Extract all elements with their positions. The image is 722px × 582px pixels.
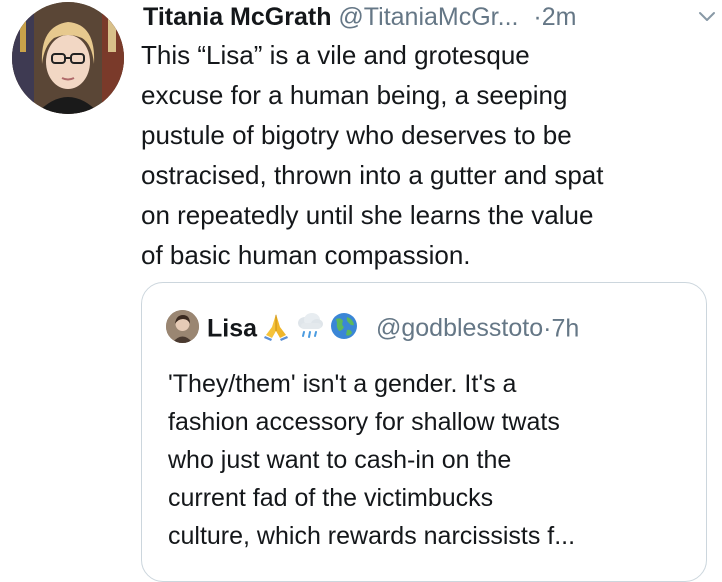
author-name[interactable]: Titania McGrath <box>143 3 331 31</box>
rain-cloud-icon <box>298 313 324 339</box>
author-avatar[interactable] <box>12 2 124 114</box>
chevron-down-icon[interactable] <box>698 8 716 26</box>
folded-hands-icon <box>264 314 289 342</box>
tweet-header: Titania McGrath @TitaniaMcGr... ·2m <box>143 0 713 34</box>
quoted-tweet-text: 'They/them' isn't a gender. It's a fashi… <box>168 370 576 550</box>
separator-dot: · <box>533 3 542 31</box>
tweet-timestamp[interactable]: 2m <box>542 3 577 31</box>
tweet[interactable]: Titania McGrath @TitaniaMcGr... ·2m This… <box>0 0 722 582</box>
quoted-author-avatar[interactable] <box>166 309 199 343</box>
globe-icon <box>331 313 358 340</box>
tweet-text: This “Lisa” is a vile and grotesque excu… <box>141 40 604 270</box>
quoted-tweet-timestamp[interactable]: 7h <box>551 314 579 342</box>
quoted-tweet-header: Lisa @godblesstoto·7h <box>166 309 579 345</box>
quoted-tweet[interactable]: Lisa @godblesstoto·7h 'They/them' isn't … <box>141 282 707 582</box>
quoted-author-name[interactable]: Lisa <box>207 314 257 342</box>
author-handle[interactable]: @TitaniaMcGr... <box>338 3 518 31</box>
quoted-author-handle[interactable]: @godblesstoto <box>376 314 543 342</box>
